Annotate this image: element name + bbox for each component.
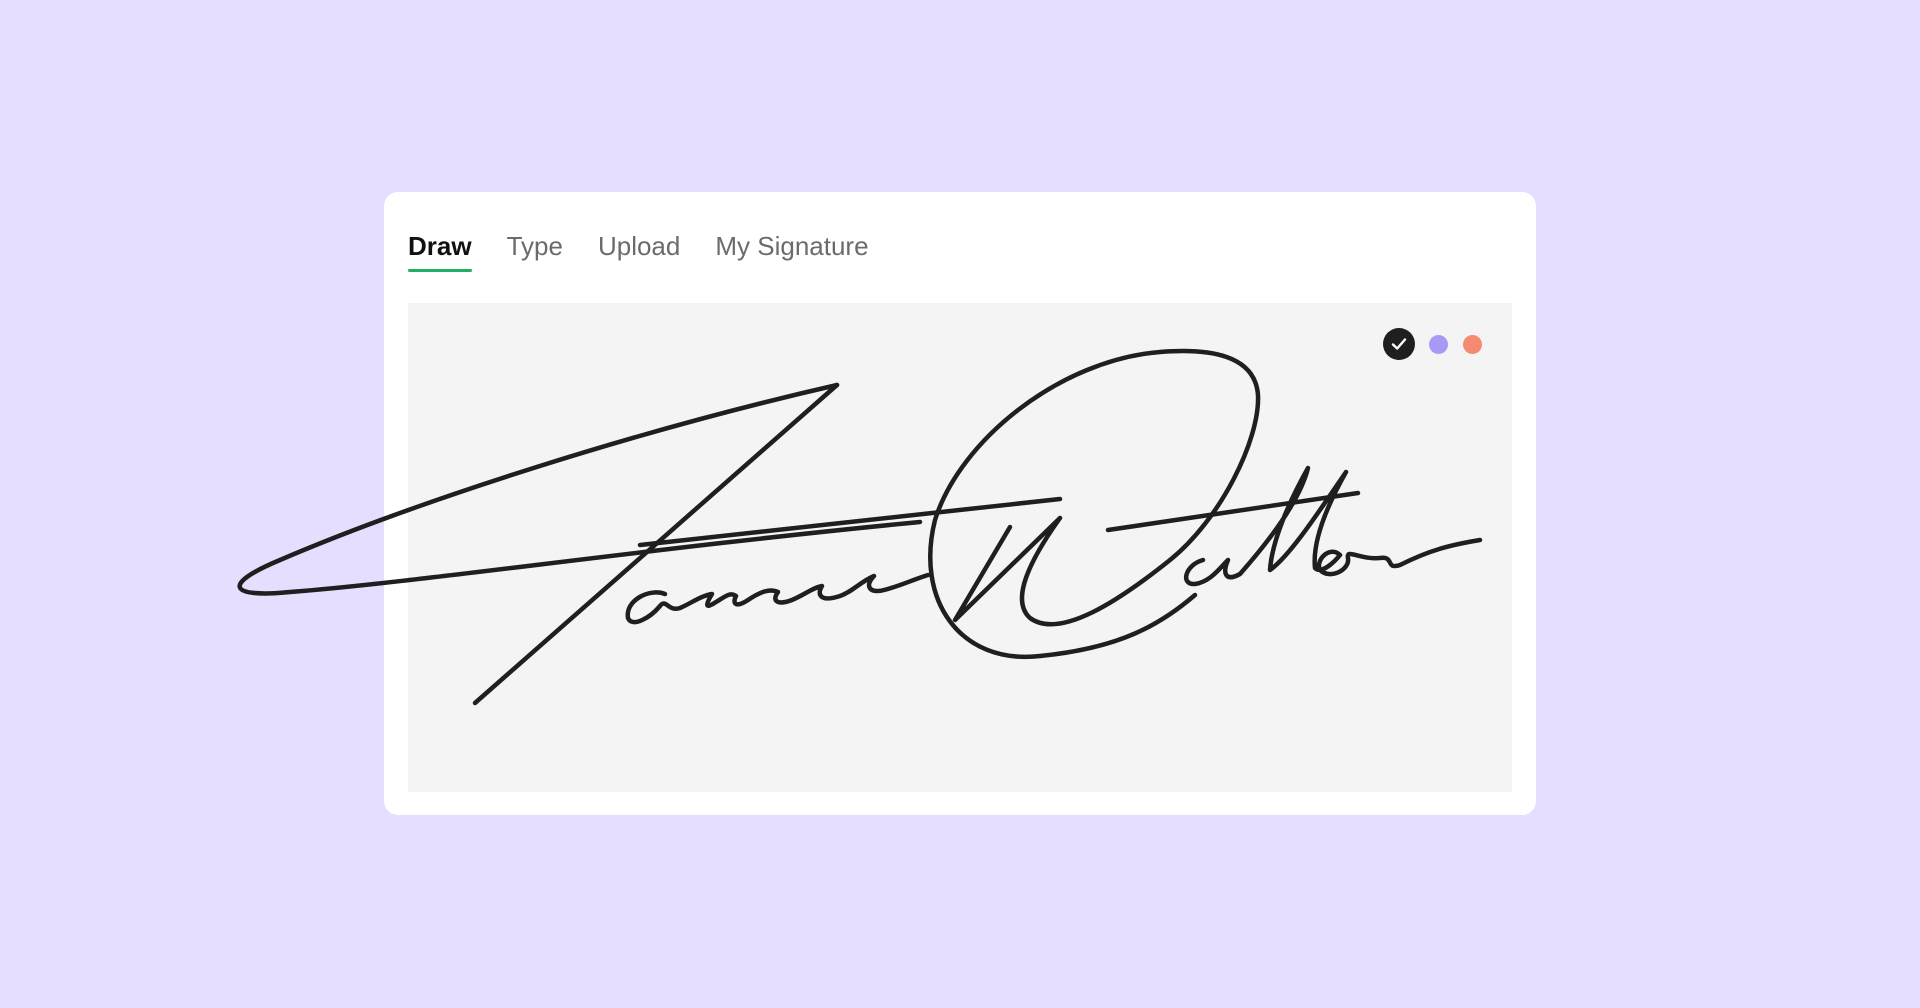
check-icon bbox=[1391, 338, 1407, 350]
ink-color-picker bbox=[1383, 328, 1482, 360]
drawing-canvas[interactable] bbox=[408, 303, 1512, 792]
page-background: Draw Type Upload My Signature bbox=[0, 0, 1920, 1008]
tab-type[interactable]: Type bbox=[507, 230, 563, 270]
signature-card: Draw Type Upload My Signature bbox=[384, 192, 1536, 815]
signature-tabs: Draw Type Upload My Signature bbox=[408, 230, 904, 272]
tab-upload[interactable]: Upload bbox=[598, 230, 680, 270]
tab-my-signature[interactable]: My Signature bbox=[715, 230, 868, 270]
color-swatch-coral[interactable] bbox=[1463, 334, 1482, 354]
tab-draw[interactable]: Draw bbox=[408, 230, 472, 272]
color-swatch-purple[interactable] bbox=[1429, 334, 1448, 354]
color-swatch-black[interactable] bbox=[1383, 328, 1415, 360]
